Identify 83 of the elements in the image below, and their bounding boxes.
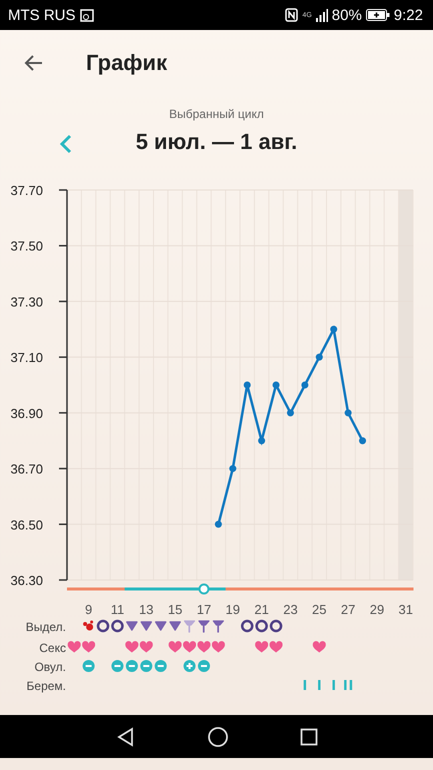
test-stripe-icon xyxy=(318,680,320,690)
row-label: Овул. xyxy=(34,660,66,674)
y-tick-label: 37.30 xyxy=(10,294,43,310)
row-label: Выдел. xyxy=(26,620,66,634)
heart-icon xyxy=(212,641,225,652)
minus-circle-icon xyxy=(126,660,138,672)
x-tick-label: 29 xyxy=(370,602,384,617)
y-tick-label: 36.90 xyxy=(10,406,43,421)
y-tick-label: 37.50 xyxy=(10,238,43,254)
nfc-icon xyxy=(285,8,298,22)
carrier-name: MTS RUS xyxy=(8,6,76,24)
x-tick-label: 23 xyxy=(283,602,298,617)
home-nav-icon[interactable] xyxy=(206,726,228,748)
x-tick-label: 9 xyxy=(85,602,92,617)
x-tick-label: 19 xyxy=(226,602,240,617)
data-point xyxy=(330,326,338,333)
ring-icon xyxy=(240,620,254,632)
funnel-icon xyxy=(184,620,196,633)
back-nav-icon[interactable] xyxy=(116,726,136,746)
data-point xyxy=(272,382,280,388)
heart-icon xyxy=(270,641,283,652)
drop-icon xyxy=(140,621,152,631)
data-point xyxy=(359,437,366,444)
data-point xyxy=(301,382,308,388)
y-tick-label: 36.70 xyxy=(10,462,43,477)
heart-icon xyxy=(168,641,182,652)
heart-icon xyxy=(197,641,210,652)
x-tick-label: 17 xyxy=(196,602,212,617)
data-point xyxy=(244,382,251,388)
ring-icon xyxy=(270,620,282,632)
x-tick-label: 21 xyxy=(254,602,269,617)
x-tick-label: 27 xyxy=(340,602,356,617)
data-point xyxy=(316,354,323,361)
screen-title: График xyxy=(86,50,168,76)
y-tick-label: 37.70 xyxy=(10,183,43,198)
x-tick-label: 15 xyxy=(168,602,182,617)
test-stripe-icon xyxy=(332,680,335,690)
row-label: Секс xyxy=(39,641,66,655)
data-point xyxy=(258,437,266,444)
x-tick-label: 13 xyxy=(139,602,154,617)
row-label: Берем. xyxy=(26,679,66,693)
recents-nav-icon[interactable] xyxy=(300,728,318,746)
data-point xyxy=(229,465,236,472)
clock: 9:22 xyxy=(394,6,423,24)
minus-circle-icon xyxy=(140,660,152,672)
drop-icon xyxy=(169,621,181,631)
data-point xyxy=(214,520,222,528)
heart-icon xyxy=(82,641,96,652)
heart-icon xyxy=(183,641,196,652)
heart-icon xyxy=(255,641,268,652)
funnel-icon xyxy=(212,620,224,633)
x-tick-label: 25 xyxy=(312,602,327,617)
data-point xyxy=(286,409,294,416)
ring-icon xyxy=(96,620,110,632)
heart-icon xyxy=(140,641,153,652)
signal-icon xyxy=(316,8,328,22)
test-stripe-icon xyxy=(304,680,306,690)
minus-circle-icon xyxy=(198,660,210,672)
minus-circle-icon xyxy=(154,660,167,672)
battery-percent: 80% xyxy=(332,6,362,24)
blood-drops-icon xyxy=(83,620,94,630)
minus-circle-icon xyxy=(82,660,95,672)
drop-icon xyxy=(126,621,138,631)
drop-icon xyxy=(154,621,166,631)
ring-icon xyxy=(111,620,124,632)
y-tick-label: 36.50 xyxy=(10,517,43,532)
cycle-caption: Выбранный цикл xyxy=(169,107,264,121)
plus-circle-icon xyxy=(184,660,196,672)
current-day-marker[interactable] xyxy=(198,584,210,594)
y-tick-label: 36.30 xyxy=(10,573,43,588)
heart-icon xyxy=(125,641,138,652)
double-stripe-icon xyxy=(344,680,352,690)
battery-charging-icon xyxy=(366,9,390,21)
heart-icon xyxy=(68,641,81,652)
ring-icon xyxy=(255,620,268,632)
funnel-icon xyxy=(198,620,210,633)
cycle-dates: 5 июл. — 1 авг. xyxy=(136,129,298,155)
data-point xyxy=(344,409,352,416)
y-tick-label: 37.10 xyxy=(10,350,43,366)
x-tick-label: 11 xyxy=(110,602,124,617)
heart-icon xyxy=(312,641,326,652)
x-tick-label: 31 xyxy=(398,602,414,617)
minus-circle-icon xyxy=(111,660,124,672)
